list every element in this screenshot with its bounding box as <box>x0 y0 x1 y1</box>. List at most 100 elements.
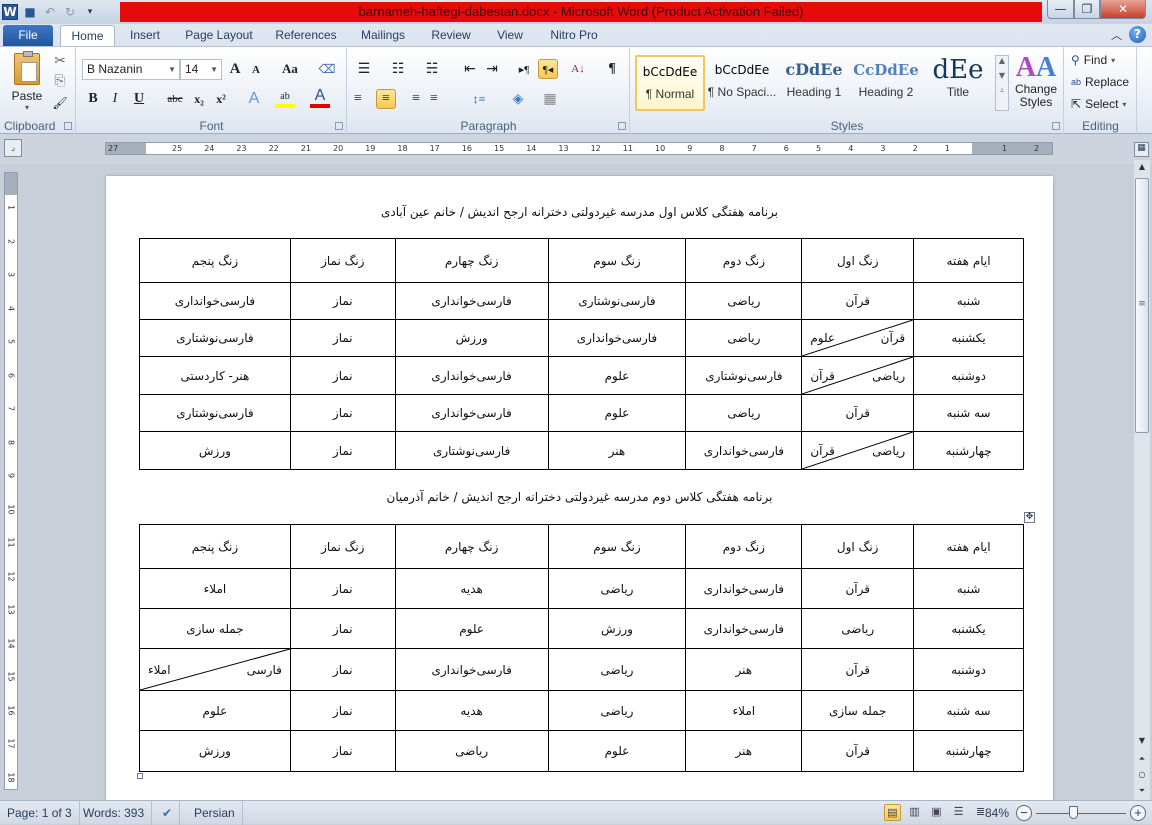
subscript-button[interactable]: x₂ <box>189 89 209 109</box>
page-count[interactable]: Page: 1 of 3 <box>0 801 80 825</box>
header-cell[interactable]: ایام هفته <box>913 524 1024 569</box>
outline-icon[interactable]: ☰ <box>950 804 967 821</box>
subject-cell[interactable]: فارسی‌خوانداری <box>139 282 291 320</box>
subject-cell[interactable]: قرآن <box>801 568 915 609</box>
header-cell[interactable]: زنگ پنجم <box>139 238 291 283</box>
subject-cell[interactable]: نماز <box>289 730 396 772</box>
show-formatting-marks-button[interactable]: ¶ <box>602 59 622 79</box>
subject-cell[interactable]: نماز <box>289 394 396 432</box>
language[interactable]: Persian <box>187 801 243 825</box>
day-cell[interactable]: سه شنبه <box>913 690 1024 731</box>
subject-cell[interactable]: فارسی‌نوشتاری <box>547 282 687 320</box>
subject-cell[interactable]: فارسی‌خوانداری <box>394 356 549 395</box>
shading-icon[interactable]: ◈ <box>508 89 528 109</box>
chevron-down-icon[interactable]: ▼ <box>168 60 176 79</box>
zoom-level[interactable]: 84% <box>985 801 1009 825</box>
close-button[interactable]: ✕ <box>1100 0 1146 19</box>
superscript-button[interactable]: x² <box>211 89 231 109</box>
scroll-down-icon[interactable]: ▼ <box>996 71 1008 80</box>
zoom-in-button[interactable]: + <box>1130 805 1146 821</box>
subject-cell[interactable]: علوم <box>547 356 687 395</box>
split-cell[interactable]: ریاضی قرآن <box>801 356 915 395</box>
chevron-down-icon[interactable]: ▾ <box>1122 100 1126 109</box>
subject-cell[interactable]: هنر- کاردستی <box>139 356 291 395</box>
zoom-slider-thumb[interactable] <box>1069 806 1078 819</box>
print-layout-icon[interactable]: ▤ <box>884 804 901 821</box>
tab-selector[interactable]: ⌟ <box>4 139 22 157</box>
line-spacing-icon[interactable]: ↕≡ <box>466 89 492 109</box>
subject-cell[interactable]: نماز <box>289 648 396 691</box>
header-cell[interactable]: زنگ پنجم <box>139 524 291 569</box>
header-cell[interactable]: زنگ نماز <box>289 238 396 283</box>
header-cell[interactable]: زنگ سوم <box>547 238 687 283</box>
subject-cell[interactable]: هدیه <box>394 690 549 731</box>
format-painter-icon[interactable]: 🖌 <box>50 93 70 113</box>
subject-cell[interactable]: جمله سازی <box>139 608 291 649</box>
tab-nitro-pro[interactable]: Nitro Pro <box>543 25 605 46</box>
vertical-scrollbar[interactable]: ▲ ≡ ▼ ⏶ ○ ⏷ <box>1134 160 1150 800</box>
subject-cell[interactable]: ریاضی <box>685 282 803 320</box>
subject-cell[interactable]: قرآن <box>801 648 915 691</box>
shrink-font-icon[interactable]: A <box>246 60 266 80</box>
subject-cell[interactable]: ریاضی <box>685 394 803 432</box>
scroll-up-icon[interactable]: ▲ <box>1134 162 1150 176</box>
subject-cell[interactable]: فارسی‌خوانداری <box>394 394 549 432</box>
subject-cell[interactable]: نماز <box>289 356 396 395</box>
subject-cell[interactable]: ریاضی <box>685 319 803 357</box>
tab-insert[interactable]: Insert <box>122 25 168 46</box>
split-cell[interactable]: قرآن علوم <box>801 319 915 357</box>
subject-cell[interactable]: فارسی‌خوانداری <box>394 282 549 320</box>
subject-cell[interactable]: ورزش <box>394 319 549 357</box>
subject-cell[interactable]: ورزش <box>139 730 291 772</box>
tab-file[interactable]: File <box>3 25 53 46</box>
subject-cell[interactable]: نماز <box>289 319 396 357</box>
subject-cell[interactable]: املاء <box>139 568 291 609</box>
web-layout-icon[interactable]: ▣ <box>928 804 945 821</box>
align-right-button[interactable]: ≡ <box>400 89 420 109</box>
text-effects-icon[interactable]: A <box>244 89 264 109</box>
header-cell[interactable]: ایام هفته <box>913 238 1024 283</box>
table-move-handle[interactable]: ✥ <box>1024 512 1035 523</box>
decrease-indent-icon[interactable]: ⇤ <box>460 59 480 79</box>
subject-cell[interactable]: فارسی‌نوشتاری <box>139 394 291 432</box>
align-center-button[interactable]: ≡ <box>376 89 396 109</box>
subject-cell[interactable]: نماز <box>289 608 396 649</box>
subject-cell[interactable]: علوم <box>547 394 687 432</box>
day-cell[interactable]: سه شنبه <box>913 394 1024 432</box>
rtl-direction-button[interactable]: ¶◂ <box>538 59 558 79</box>
header-cell[interactable]: زنگ چهارم <box>394 524 549 569</box>
scroll-up-icon[interactable]: ▲ <box>996 56 1008 65</box>
clear-formatting-icon[interactable]: ⌫ <box>317 59 337 79</box>
justify-button[interactable]: ≡ <box>424 89 444 109</box>
horizontal-ruler[interactable]: 27 25 24 23 22 21 20 19 18 17 16 15 14 13 12 11 10 9 8 7 6 5 4… <box>105 142 1053 155</box>
numbering-icon[interactable]: ☷ <box>388 59 408 79</box>
subject-cell[interactable]: فارسی‌خوانداری <box>685 431 803 470</box>
subject-cell[interactable]: فارسی‌نوشتاری <box>139 319 291 357</box>
font-size-input[interactable]: 14 ▼ <box>180 59 222 80</box>
copy-icon[interactable]: ⎘ <box>50 72 70 92</box>
subject-cell[interactable]: ریاضی <box>547 690 687 731</box>
change-styles-button[interactable]: AA Change Styles <box>1013 53 1059 109</box>
paragraph-launcher-icon[interactable] <box>618 122 626 130</box>
tab-page-layout[interactable]: Page Layout <box>180 25 258 46</box>
header-cell[interactable]: زنگ چهارم <box>394 238 549 283</box>
zoom-slider[interactable] <box>1036 813 1126 814</box>
subject-cell[interactable]: علوم <box>547 730 687 772</box>
ltr-direction-button[interactable]: ▸¶ <box>514 59 534 79</box>
split-cell[interactable]: ریاضی قرآن <box>801 431 915 470</box>
borders-icon[interactable]: ▦ <box>540 89 560 109</box>
proofing-icon[interactable]: ✔ <box>155 801 181 825</box>
sort-icon[interactable]: A↓ <box>568 59 588 79</box>
word-count[interactable]: Words: 393 <box>76 801 153 825</box>
day-cell[interactable]: دوشنبه <box>913 648 1024 691</box>
subject-cell[interactable]: نماز <box>289 568 396 609</box>
subject-cell[interactable]: ریاضی <box>394 730 549 772</box>
table-2-title[interactable]: برنامه هفتگی کلاس دوم مدرسه غیردولتی دخت… <box>106 490 1053 504</box>
style-heading-2[interactable]: CcDdEe Heading 2 <box>851 55 921 111</box>
bold-button[interactable]: B <box>83 89 103 109</box>
chevron-down-icon[interactable]: ▾ <box>1111 56 1115 65</box>
subject-cell[interactable]: قرآن <box>801 730 915 772</box>
subject-cell[interactable]: فارسی‌خوانداری <box>685 568 803 609</box>
subject-cell[interactable]: ریاضی <box>801 608 915 649</box>
scroll-down-icon[interactable]: ▼ <box>1134 736 1150 750</box>
